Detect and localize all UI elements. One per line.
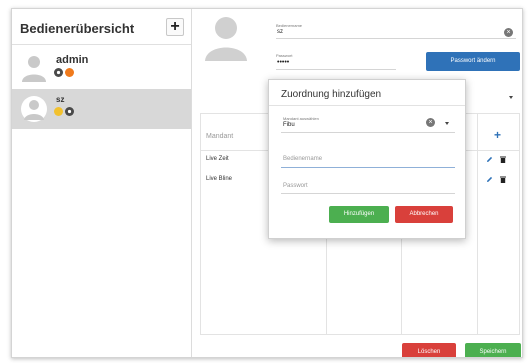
trash-icon[interactable] — [500, 176, 506, 183]
dialog-divider — [269, 105, 465, 106]
clear-icon[interactable]: × — [426, 118, 435, 127]
dialog-username-underline — [281, 167, 455, 168]
user-avatar-icon — [205, 17, 247, 61]
password-field[interactable]: ••••• — [277, 59, 289, 66]
user-avatar-icon — [21, 96, 47, 122]
add-assignment-dialog: Zuordnung hinzufügen Mandant auswählen F… — [268, 79, 466, 239]
dialog-title: Zuordnung hinzufügen — [281, 89, 382, 100]
column-divider — [477, 114, 478, 334]
dialog-password-underline — [281, 193, 455, 194]
delete-button[interactable]: Löschen — [402, 343, 456, 357]
password-underline — [276, 69, 396, 70]
mandant-select-value: Fibu — [283, 122, 295, 128]
column-header-mandant: Mandant — [206, 133, 234, 140]
add-assignment-button[interactable]: + — [494, 128, 501, 142]
add-user-button[interactable]: + — [166, 18, 184, 36]
mandant-select-label: Mandant auswählen — [283, 116, 319, 121]
table-row-mandant: Live Zeit — [206, 156, 229, 162]
dialog-password-input[interactable]: Passwort — [283, 183, 308, 189]
user-sidebar: Bedienerübersicht + admin sz — [12, 9, 192, 357]
user-badges — [54, 68, 74, 77]
status-badge-icon — [54, 107, 63, 116]
gear-icon — [65, 107, 74, 116]
gear-icon — [54, 68, 63, 77]
chevron-down-icon[interactable] — [509, 96, 513, 99]
user-badges — [54, 107, 74, 116]
user-list-item-admin[interactable]: admin — [12, 49, 191, 89]
user-name: admin — [56, 54, 89, 66]
edit-icon[interactable] — [486, 176, 493, 183]
sidebar-title: Bedienerübersicht — [20, 21, 135, 36]
user-avatar-icon — [22, 56, 46, 82]
dialog-username-input[interactable]: Bedienername — [283, 156, 322, 162]
save-button[interactable]: Speichern — [465, 343, 521, 357]
trash-icon[interactable] — [500, 156, 506, 163]
edit-icon[interactable] — [486, 156, 493, 163]
change-password-button[interactable]: Passwort ändern — [426, 52, 520, 71]
add-button[interactable]: Hinzufügen — [329, 206, 389, 223]
sidebar-header: Bedienerübersicht + — [12, 9, 191, 45]
password-label: Passwort — [276, 53, 293, 58]
user-name: sz — [56, 95, 65, 104]
username-underline — [276, 38, 516, 39]
username-field[interactable]: sz — [277, 29, 283, 35]
chevron-down-icon[interactable] — [445, 122, 449, 125]
mandant-select-underline — [281, 132, 455, 133]
username-label: Bedienername — [276, 23, 303, 28]
table-row-mandant: Live Bline — [206, 176, 233, 182]
cancel-button[interactable]: Abbrechen — [395, 206, 453, 223]
warning-badge-icon — [65, 68, 74, 77]
user-list-item-sz[interactable]: sz — [12, 89, 191, 129]
clear-icon[interactable]: × — [504, 28, 513, 37]
